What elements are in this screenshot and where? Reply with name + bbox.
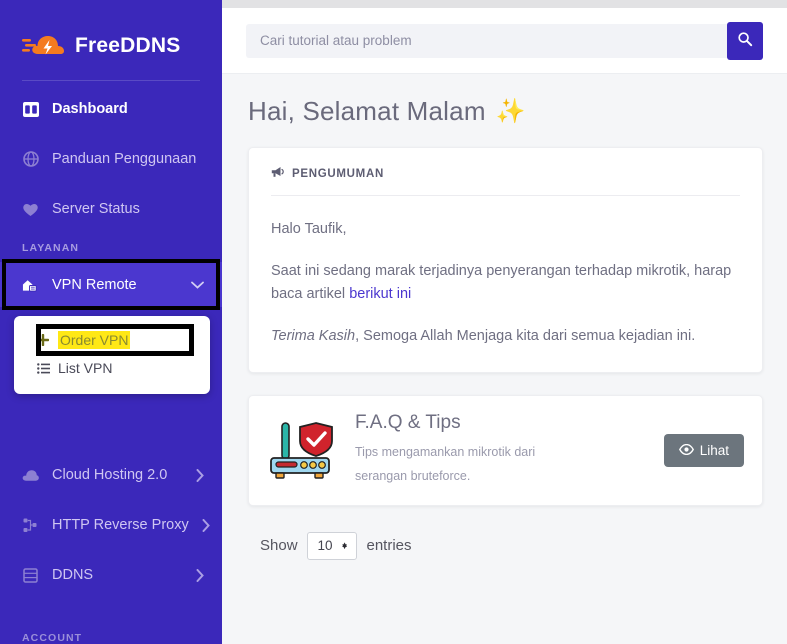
sidebar-item-label: Cloud Hosting 2.0 [52,467,168,483]
announcement-closing-rest: , Semoga Allah Menjaga kita dari semua k… [355,328,696,345]
announcement-card: PENGUMUMAN Halo Taufik, Saat ini sedang … [248,147,763,373]
brand-divider [22,80,200,81]
announcement-header-label: PENGUMUMAN [292,167,384,180]
sidebar-item-label: VPN Remote [52,276,137,293]
brand-name: FreeDDNS [75,34,181,57]
plus-icon [36,334,50,346]
vpn-remote-submenu: Order VPN List VPN [14,316,210,394]
sidebar-item-label: Panduan Penggunaan [52,151,197,167]
main-area: Hai, Selamat Malam ✨ PENGUMUMAN Halo Tau… [222,8,787,644]
sidebar-item-ddns[interactable]: DDNS [0,558,222,592]
search-button[interactable] [727,21,763,60]
sidebar: FreeDDNS Dashboard Panduan Penggunaan Se… [0,0,222,644]
megaphone-icon [271,166,285,181]
vpn-home-icon [22,276,39,293]
announcement-body: Saat ini sedang marak terjadinya penyera… [271,260,740,305]
faq-view-button[interactable]: Lihat [663,433,744,467]
announcement-body-text: Saat ini sedang marak terjadinya penyera… [271,263,732,302]
show-label: Show [260,537,298,555]
cloud-icon [22,467,39,484]
faq-subtitle: Tips mengamankan mikrotik dari serangan … [355,440,646,489]
search-input[interactable] [246,23,728,58]
sidebar-section-layanan: LAYANAN [22,242,80,254]
content-area: Hai, Selamat Malam ✨ PENGUMUMAN Halo Tau… [222,74,787,560]
sidebar-item-label: Dashboard [52,101,128,117]
vpn-remote-group: VPN Remote Order VPN List VPN [0,259,222,394]
sidebar-item-label: DDNS [52,567,94,583]
submenu-item-label: Order VPN [58,331,131,349]
sidebar-item-vpn-remote[interactable]: VPN Remote [0,262,222,307]
sidebar-item-cloud-hosting[interactable]: Cloud Hosting 2.0 [0,458,222,492]
book-globe-icon [22,151,39,168]
submenu-item-list-vpn[interactable]: List VPN [14,354,210,382]
faq-card: F.A.Q & Tips Tips mengamankan mikrotik d… [248,394,763,506]
chevron-right-icon [202,518,210,532]
table-length-control: Show 10 ▲ ▼ entries [248,526,763,560]
brand-logo-area[interactable]: FreeDDNS [0,0,222,70]
sidebar-item-http-reverse-proxy[interactable]: HTTP Reverse Proxy [0,508,222,542]
dashboard-icon [22,101,39,118]
page-title: Hai, Selamat Malam ✨ [248,96,763,127]
announcement-divider [271,195,740,196]
faq-subtitle-line2: serangan bruteforce. [355,469,471,484]
sidebar-item-dashboard[interactable]: Dashboard [0,92,222,126]
announcement-closing-emphasis: Terima Kasih [271,328,356,345]
announcement-header: PENGUMUMAN [271,166,740,195]
server-icon [22,567,39,584]
entries-label: entries [366,537,412,555]
chevron-right-icon [196,568,204,582]
chevron-down-icon [191,281,204,289]
search-icon [737,31,753,50]
faq-title: F.A.Q & Tips [355,411,461,433]
spinner-arrows-icon: ▲ ▼ [340,539,349,551]
list-icon [36,362,50,374]
sidebar-nav-top: Dashboard Panduan Penggunaan Server Stat… [0,92,222,394]
faq-subtitle-line1: Tips mengamankan mikrotik dari [355,444,536,459]
entries-value: 10 [317,538,333,554]
heart-pulse-icon [22,201,39,218]
chevron-right-icon [196,468,204,482]
topbar [222,8,787,74]
sidebar-item-label: HTTP Reverse Proxy [52,517,189,533]
cloud-bolt-icon [22,31,66,61]
sidebar-nav-lower: Cloud Hosting 2.0 HTTP Reverse Proxy DDN… [0,458,222,608]
faq-text-block: F.A.Q & Tips Tips mengamankan mikrotik d… [355,412,646,489]
sidebar-item-server-status[interactable]: Server Status [0,192,222,226]
sparkles-icon: ✨ [495,97,526,125]
app-root: FreeDDNS Dashboard Panduan Penggunaan Se… [0,0,787,644]
sidebar-item-label: Server Status [52,201,140,217]
sidebar-item-panduan-penggunaan[interactable]: Panduan Penggunaan [0,142,222,176]
sitemap-icon [22,517,39,534]
router-shield-icon [269,419,337,481]
greeting-text: Hai, Selamat Malam [248,96,486,126]
announcement-closing: Terima Kasih, Semoga Allah Menjaga kita … [271,325,740,347]
sidebar-section-account: ACCOUNT [22,632,83,644]
announcement-link[interactable]: berikut ini [349,286,411,302]
entries-select[interactable]: 10 ▲ ▼ [306,531,358,560]
submenu-item-label: List VPN [58,360,113,376]
announcement-salutation: Halo Taufik, [271,221,347,237]
eye-icon [678,443,694,458]
submenu-item-order-vpn[interactable]: Order VPN [14,326,210,354]
faq-view-button-label: Lihat [699,442,729,458]
